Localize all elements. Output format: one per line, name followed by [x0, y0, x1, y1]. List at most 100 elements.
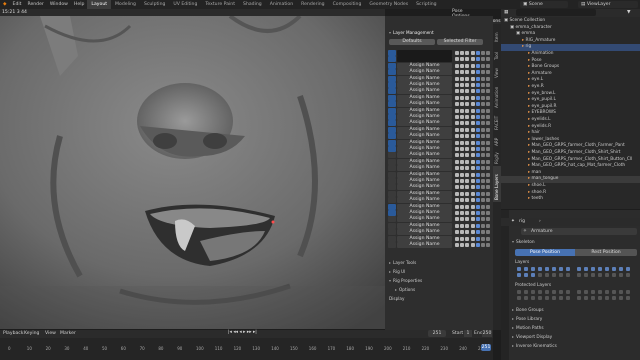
layer-lock-icon[interactable]: [455, 185, 459, 190]
layer-bone-icon[interactable]: [486, 211, 491, 215]
outliner-item[interactable]: ▸ teeth: [501, 196, 640, 203]
tab-compositing[interactable]: Compositing: [329, 0, 366, 9]
layer-bone-icon[interactable]: [486, 204, 491, 209]
layer-dot-icon[interactable]: [481, 95, 485, 100]
layer-eye-icon[interactable]: [460, 127, 465, 132]
tab-animation-side[interactable]: Animation: [493, 80, 501, 110]
layer-pose-icon[interactable]: [465, 134, 470, 139]
layer-eye-icon[interactable]: [460, 159, 465, 164]
current-frame-field[interactable]: 251: [428, 330, 446, 337]
layer-star-icon[interactable]: [475, 83, 480, 87]
layer-star-icon[interactable]: [475, 223, 480, 228]
armature-layer-toggle[interactable]: [577, 296, 581, 300]
armature-layer-toggle[interactable]: [559, 290, 563, 294]
armature-layer-toggle[interactable]: [619, 290, 623, 294]
layer-select-icon[interactable]: [470, 83, 475, 87]
layers-grid[interactable]: [517, 267, 637, 279]
tab-layout[interactable]: Layout: [87, 0, 112, 9]
layer-bone-icon[interactable]: [486, 134, 491, 139]
layer-star-icon[interactable]: [475, 134, 480, 139]
layer-eye-icon[interactable]: [460, 198, 465, 203]
layer-star-icon[interactable]: [475, 76, 480, 81]
layer-name-field[interactable]: Assign Name: [397, 88, 452, 95]
armature-layer-toggle[interactable]: [566, 296, 570, 300]
layer-name-field[interactable]: Assign Name: [397, 101, 452, 108]
layer-select-icon[interactable]: [470, 63, 475, 68]
outliner-item[interactable]: ▸ eye_brow.L: [501, 91, 640, 98]
layer-select-icon[interactable]: [470, 140, 475, 145]
layer-pose-icon[interactable]: [465, 57, 470, 62]
layer-lock-icon[interactable]: [455, 204, 459, 209]
layer-dot-icon[interactable]: [481, 198, 485, 203]
layer-select-icon[interactable]: [470, 217, 475, 222]
tab-sculpting[interactable]: Sculpting: [140, 0, 169, 9]
armature-layer-toggle[interactable]: [524, 273, 528, 277]
layer-name-field[interactable]: Assign Name: [397, 107, 452, 114]
armature-layer-toggle[interactable]: [626, 296, 630, 300]
layer-bone-icon[interactable]: [486, 95, 491, 100]
layer-row[interactable]: Assign Name: [387, 242, 491, 248]
layer-dot-icon[interactable]: [481, 211, 485, 215]
tab-bone-layers[interactable]: Bone Layers: [493, 166, 501, 202]
marker-menu[interactable]: Marker: [60, 331, 76, 336]
layer-lock-icon[interactable]: [455, 153, 459, 158]
armature-layer-toggle[interactable]: [566, 290, 570, 294]
outliner-item[interactable]: ▸ Armature: [501, 71, 640, 78]
layer-visibility-toggle[interactable]: [388, 114, 396, 120]
layer-eye-icon[interactable]: [460, 89, 465, 94]
armature-layer-toggle[interactable]: [517, 296, 521, 300]
outliner-item[interactable]: ▣ emma: [501, 31, 640, 38]
layer-lock-icon[interactable]: [455, 51, 459, 55]
layer-select-icon[interactable]: [470, 102, 475, 107]
armature-layer-toggle[interactable]: [591, 273, 595, 277]
layer-visibility-toggle[interactable]: [388, 107, 396, 114]
layer-pose-icon[interactable]: [465, 198, 470, 203]
pose-library-panel[interactable]: Pose Library: [512, 317, 542, 322]
layer-bone-icon[interactable]: [486, 191, 491, 196]
outliner-item[interactable]: ▸ rig: [501, 44, 640, 51]
armature-layer-toggle[interactable]: [605, 296, 609, 300]
layer-row[interactable]: Assign Name: [387, 184, 491, 191]
layer-eye-icon[interactable]: [460, 83, 465, 87]
layer-name-field[interactable]: Assign Name: [397, 120, 452, 127]
layer-star-icon[interactable]: [475, 236, 480, 241]
layer-name-field[interactable]: Assign Name: [397, 69, 452, 76]
layer-lock-icon[interactable]: [455, 127, 459, 132]
layer-eye-icon[interactable]: [460, 217, 465, 222]
layer-visibility-toggle[interactable]: [388, 82, 396, 88]
armature-layer-toggle[interactable]: [552, 273, 556, 277]
outliner-item[interactable]: ▸ eyelids.R: [501, 124, 640, 131]
armature-layer-toggle[interactable]: [531, 290, 535, 294]
layer-bone-icon[interactable]: [486, 63, 491, 68]
layer-pose-icon[interactable]: [465, 179, 470, 183]
layer-pose-icon[interactable]: [465, 140, 470, 145]
layer-row[interactable]: Assign Name: [387, 203, 491, 210]
keying-menu[interactable]: Keying: [24, 331, 39, 336]
armature-layer-toggle[interactable]: [517, 273, 521, 277]
layer-visibility-toggle[interactable]: [388, 62, 396, 69]
layer-bone-icon[interactable]: [486, 57, 491, 62]
tab-scripting[interactable]: Scripting: [412, 0, 440, 9]
layer-star-icon[interactable]: [475, 147, 480, 151]
layer-select-icon[interactable]: [470, 198, 475, 203]
layer-pose-icon[interactable]: [465, 147, 470, 151]
layer-star-icon[interactable]: [475, 198, 480, 203]
layer-lock-icon[interactable]: [455, 108, 459, 113]
layer-eye-icon[interactable]: [460, 121, 465, 126]
layer-eye-icon[interactable]: [460, 223, 465, 228]
layer-eye-icon[interactable]: [460, 134, 465, 139]
layer-visibility-toggle[interactable]: [388, 120, 396, 127]
layer-pose-icon[interactable]: [465, 95, 470, 100]
layer-dot-icon[interactable]: [481, 121, 485, 126]
playback-menu[interactable]: Playback: [3, 331, 24, 336]
start-frame-field[interactable]: 1: [464, 330, 472, 337]
layer-pose-icon[interactable]: [465, 236, 470, 241]
layer-dot-icon[interactable]: [481, 108, 485, 113]
layer-select-icon[interactable]: [470, 179, 475, 183]
outliner-item[interactable]: ▸ Animation: [501, 51, 640, 58]
layer-visibility-toggle[interactable]: [388, 203, 396, 210]
layer-visibility-toggle[interactable]: [388, 222, 396, 229]
outliner-item[interactable]: ▸ Bone Groups: [501, 64, 640, 71]
armature-layer-toggle[interactable]: [531, 273, 535, 277]
layer-visibility-toggle[interactable]: [388, 88, 396, 95]
